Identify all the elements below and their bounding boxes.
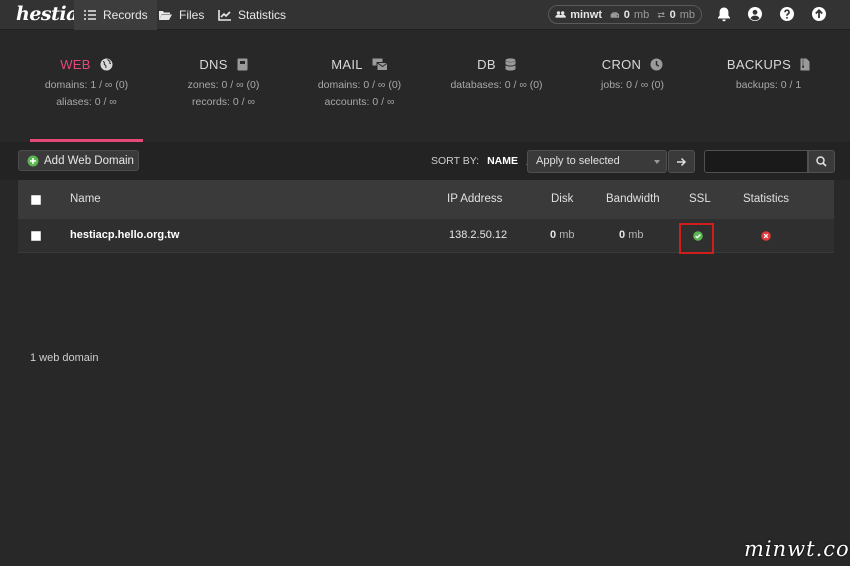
username: minwt bbox=[570, 8, 602, 21]
stat-web[interactable]: WEB domains: 1 / ∞ (0) aliases: 0 / ∞ bbox=[30, 55, 143, 109]
clock-icon bbox=[650, 58, 663, 70]
arrow-right-icon bbox=[677, 157, 687, 166]
column-ssl: SSL bbox=[689, 193, 711, 205]
column-name: Name bbox=[70, 193, 101, 205]
stat-web-title: WEB bbox=[60, 56, 91, 72]
row-checkbox[interactable] bbox=[31, 231, 41, 241]
transfer-arrows-icon bbox=[657, 11, 665, 18]
hestia-logo[interactable]: hestia bbox=[16, 3, 78, 25]
stat-dns-zones: zones: 0 / ∞ (0) bbox=[187, 79, 260, 91]
arrow-up-circle-icon[interactable] bbox=[811, 6, 827, 22]
add-web-domain-button[interactable]: Add Web Domain bbox=[18, 150, 139, 171]
domain-disk-unit: mb bbox=[559, 229, 575, 241]
help-circle-icon[interactable] bbox=[779, 6, 795, 22]
stat-mail-domains: domains: 0 / ∞ (0) bbox=[317, 79, 402, 91]
stat-backups-title: BACKUPS bbox=[726, 56, 792, 72]
table-header: Name IP Address Disk Bandwidth SSL Stati… bbox=[18, 180, 834, 219]
domain-bandwidth-value: 0 bbox=[619, 229, 626, 241]
stat-cron-jobs: jobs: 0 / ∞ (0) bbox=[601, 79, 664, 91]
stat-dns-title: DNS bbox=[199, 56, 228, 72]
book-icon bbox=[237, 58, 248, 70]
hdd-icon bbox=[610, 11, 620, 18]
add-web-domain-label: Add Web Domain bbox=[44, 154, 134, 167]
domain-count: 1 web domain bbox=[30, 352, 99, 364]
domain-name-link[interactable]: hestiacp.hello.org.tw bbox=[70, 229, 179, 241]
sort-field: NAME bbox=[487, 155, 518, 167]
domain-bandwidth-unit: mb bbox=[628, 229, 644, 241]
ssl-highlight-box bbox=[679, 223, 714, 254]
column-statistics: Statistics bbox=[743, 193, 790, 205]
select-all-checkbox[interactable] bbox=[31, 195, 41, 205]
column-ip-address: IP Address bbox=[447, 193, 503, 205]
stat-web-aliases: aliases: 0 / ∞ bbox=[56, 96, 117, 108]
file-zipper-icon bbox=[800, 58, 810, 70]
stat-web-domains: domains: 1 / ∞ (0) bbox=[44, 79, 129, 91]
users-icon bbox=[555, 11, 566, 18]
table-row[interactable]: hestiacp.hello.org.tw 138.2.50.12 0 mb 0… bbox=[18, 219, 834, 254]
stat-cron[interactable]: CRON jobs: 0 / ∞ (0) bbox=[576, 55, 689, 92]
chevron-down-icon bbox=[654, 160, 660, 164]
search-icon bbox=[816, 156, 827, 167]
plus-circle-icon bbox=[27, 155, 39, 166]
stat-mail-title: MAIL bbox=[331, 56, 363, 72]
stat-backups-count: backups: 0 / 1 bbox=[735, 79, 802, 91]
top-bar: hestia Records Files Statistics minwt 0 … bbox=[0, 0, 850, 30]
nav-files-label: Files bbox=[179, 8, 205, 22]
search-input[interactable] bbox=[704, 150, 808, 173]
disk-usage-value: 0 bbox=[623, 8, 630, 21]
bell-icon[interactable] bbox=[716, 6, 732, 22]
stat-mail[interactable]: MAIL domains: 0 / ∞ (0) accounts: 0 / ∞ bbox=[303, 55, 416, 109]
nav-records-label: Records bbox=[103, 8, 148, 22]
disk-usage-unit: mb bbox=[633, 8, 650, 21]
nav-statistics-label: Statistics bbox=[238, 8, 287, 22]
stat-db-databases: databases: 0 / ∞ (0) bbox=[450, 79, 543, 91]
mail-bulk-icon bbox=[372, 58, 388, 71]
statistics-x-circle-icon bbox=[761, 231, 771, 241]
toolbar: Add Web Domain SORT BY: NAME Apply to se… bbox=[0, 142, 850, 180]
domain-disk-value: 0 bbox=[550, 229, 557, 241]
bulk-action-select[interactable]: Apply to selected bbox=[527, 150, 667, 173]
stat-dns[interactable]: DNS zones: 0 / ∞ (0) records: 0 / ∞ bbox=[167, 55, 280, 109]
database-icon bbox=[504, 57, 516, 71]
column-bandwidth: Bandwidth bbox=[606, 193, 660, 205]
user-circle-icon[interactable] bbox=[747, 6, 763, 22]
stat-mail-accounts: accounts: 0 / ∞ bbox=[324, 96, 395, 108]
list-icon bbox=[84, 10, 96, 20]
bandwidth-usage-unit: mb bbox=[679, 8, 695, 21]
sort-by-label: SORT BY: bbox=[431, 155, 480, 167]
stat-backups[interactable]: BACKUPS backups: 0 / 1 bbox=[712, 55, 825, 91]
search-button[interactable] bbox=[808, 150, 835, 173]
domain-disk-usage: 0 mb bbox=[550, 229, 574, 241]
nav-records[interactable]: Records bbox=[74, 0, 157, 30]
bulk-action-value: Apply to selected bbox=[536, 155, 620, 167]
nav-statistics[interactable]: Statistics bbox=[209, 0, 295, 30]
domain-bandwidth-usage: 0 mb bbox=[619, 229, 643, 241]
nav-files[interactable]: Files bbox=[149, 0, 213, 30]
chart-line-icon bbox=[218, 10, 231, 21]
stat-db-title: DB bbox=[477, 56, 496, 72]
domain-ip-address: 138.2.50.12 bbox=[449, 229, 508, 241]
stat-db[interactable]: DB databases: 0 / ∞ (0) bbox=[440, 55, 553, 92]
folder-open-icon bbox=[159, 11, 172, 20]
stat-dns-records: records: 0 / ∞ bbox=[192, 96, 255, 108]
bandwidth-usage-value: 0 bbox=[669, 8, 676, 21]
sort-control[interactable]: SORT BY: NAME bbox=[431, 155, 536, 167]
watermark: minwt.com bbox=[744, 537, 850, 561]
stat-cron-title: CRON bbox=[601, 56, 642, 72]
user-usage-pill[interactable]: minwt 0 mb 0 mb bbox=[548, 5, 702, 24]
globe-icon bbox=[100, 58, 113, 70]
apply-bulk-action-button[interactable] bbox=[668, 150, 695, 173]
column-disk: Disk bbox=[551, 193, 574, 205]
